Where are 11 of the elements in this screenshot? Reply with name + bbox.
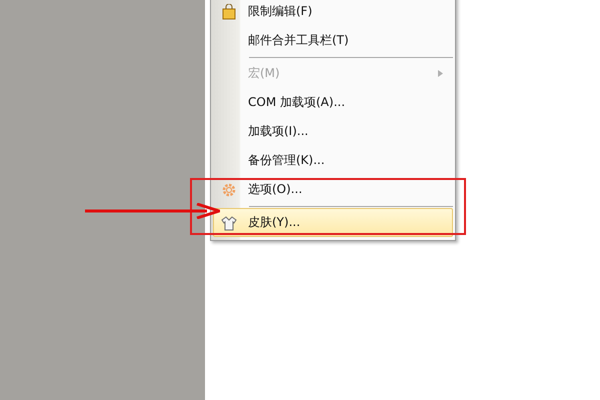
menu-item[interactable]: COM 加载项(A)... bbox=[213, 88, 453, 117]
menu-item[interactable]: 选项(O)... bbox=[213, 175, 453, 204]
lock-icon bbox=[221, 4, 237, 20]
menu-item[interactable]: 邮件合并工具栏(T) bbox=[213, 26, 453, 55]
menu-item[interactable]: 皮肤(Y)... bbox=[213, 208, 453, 237]
menu-item[interactable]: 限制编辑(F) bbox=[213, 0, 453, 26]
gear-icon bbox=[221, 182, 237, 198]
submenu-arrow-icon bbox=[438, 70, 443, 77]
shirt-icon bbox=[221, 214, 237, 230]
menu-item[interactable]: 加载项(I)... bbox=[213, 117, 453, 146]
menu-item[interactable]: 备份管理(K)... bbox=[213, 146, 453, 175]
